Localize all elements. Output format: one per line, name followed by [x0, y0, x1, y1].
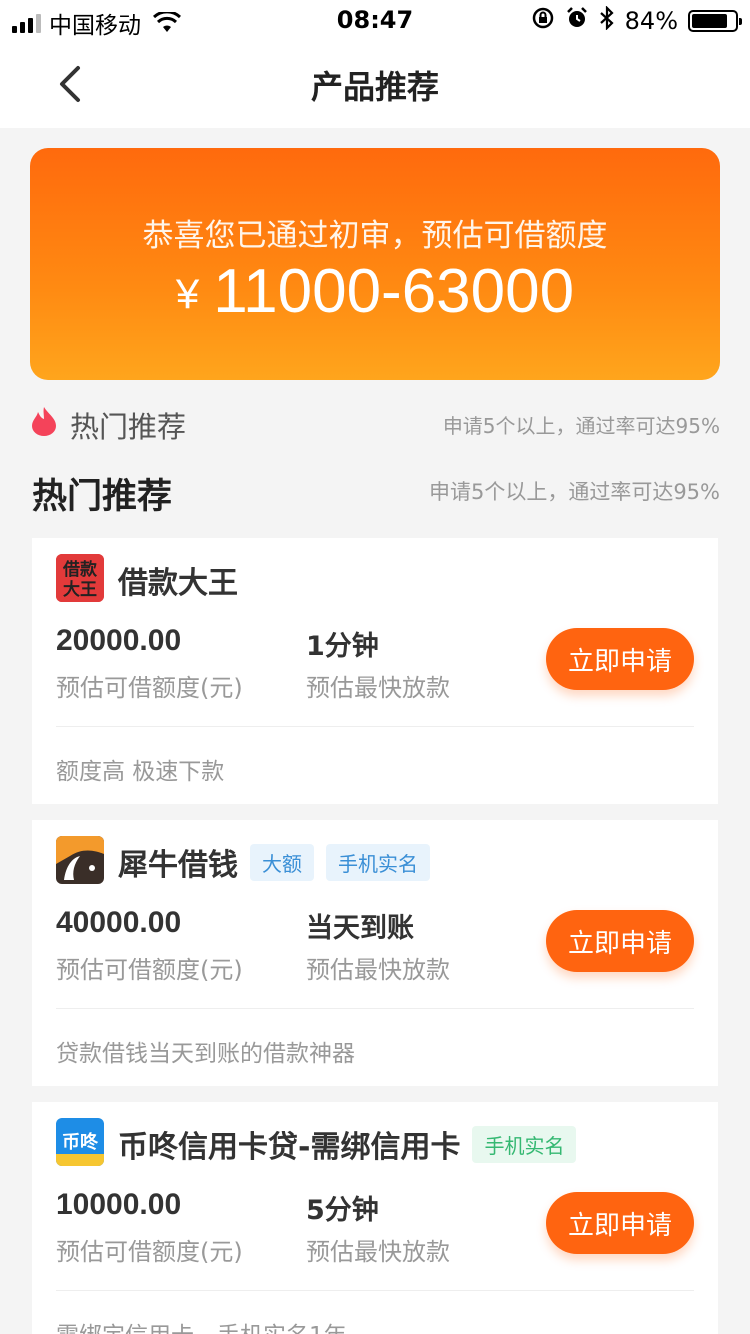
credit-amount: 20000.00 — [56, 624, 182, 657]
product-card[interactable]: 借款 大王 借款大王 20000.00 预估可借额度(元) 1分钟 预估最快放款 … — [32, 538, 718, 804]
credit-amount: 40000.00 — [56, 906, 182, 939]
product-name: 犀牛借钱 大额 手机实名 — [118, 840, 430, 884]
credit-range: 11000-63000 — [213, 257, 575, 326]
product-tag: 手机实名 — [472, 1125, 577, 1163]
loan-speed-label: 预估最快放款 — [306, 956, 450, 984]
loan-speed: 5分钟 — [306, 1195, 379, 1226]
credit-banner: 恭喜您已通过初审，预估可借额度 ¥11000-63000 — [30, 148, 720, 380]
apply-button[interactable]: 立即申请 — [546, 910, 694, 972]
credit-amount-label: 预估可借额度(元) — [56, 1238, 243, 1266]
status-bar: 中国移动 08:47 84% — [0, 0, 750, 40]
hot-note: 申请5个以上，通过率可达95% — [442, 414, 720, 438]
credit-amount-label: 预估可借额度(元) — [56, 674, 243, 702]
apply-button[interactable]: 立即申请 — [546, 628, 694, 690]
loan-speed-label: 预估最快放款 — [306, 674, 450, 702]
product-tag: 大额 — [250, 843, 314, 881]
loan-speed-label: 预估最快放款 — [306, 1238, 450, 1266]
product-desc: 额度高 极速下款 — [56, 759, 225, 785]
apply-button[interactable]: 立即申请 — [546, 1192, 694, 1254]
page-title: 产品推荐 — [310, 68, 439, 106]
product-name: 借款大王 — [118, 566, 238, 601]
section-title: 热门推荐 — [32, 477, 173, 517]
product-name: 币咚信用卡贷-需绑信用卡 手机实名 — [118, 1122, 577, 1166]
product-desc: 需绑定信用卡，手机实名1年 — [56, 1316, 347, 1334]
section-header: 热门推荐 申请5个以上，通过率可达95% — [32, 468, 720, 518]
bidong-logo-icon: 币咚 — [56, 1118, 104, 1166]
banner-amount: ¥11000-63000 — [30, 256, 720, 327]
jiekuan-dawang-logo-icon: 借款 大王 — [56, 554, 104, 602]
divider — [56, 1290, 694, 1291]
banner-text: 恭喜您已通过初审，预估可借额度 — [142, 218, 608, 254]
product-desc: 贷款借钱当天到账的借款神器 — [56, 1041, 355, 1067]
rhino-logo-icon — [56, 836, 104, 884]
divider — [56, 726, 694, 727]
credit-amount: 10000.00 — [56, 1188, 182, 1221]
product-card[interactable]: 犀牛借钱 大额 手机实名 40000.00 预估可借额度(元) 当天到账 预估最… — [32, 820, 718, 1086]
svg-text:大王: 大王 — [63, 579, 97, 600]
bluetooth-icon — [599, 5, 615, 36]
divider — [56, 1008, 694, 1009]
nav-bar: 产品推荐 — [0, 40, 750, 128]
product-tag: 手机实名 — [326, 843, 430, 881]
rotation-lock-icon — [531, 6, 555, 36]
battery-percent: 84% — [624, 7, 678, 35]
hot-row: 热门推荐 申请5个以上，通过率可达95% — [30, 400, 720, 444]
currency-symbol: ¥ — [175, 270, 200, 317]
svg-text:借款: 借款 — [62, 559, 98, 580]
loan-speed: 1分钟 — [306, 631, 379, 662]
hot-label: 热门推荐 — [70, 410, 187, 444]
battery-fill — [692, 14, 728, 28]
alarm-icon — [565, 6, 589, 36]
section-note: 申请5个以上，通过率可达95% — [428, 480, 720, 504]
svg-text:币咚: 币咚 — [62, 1131, 99, 1153]
product-card[interactable]: 币咚 币咚信用卡贷-需绑信用卡 手机实名 10000.00 预估可借额度(元) … — [32, 1102, 718, 1334]
battery-icon — [688, 10, 742, 32]
flame-icon — [30, 406, 58, 440]
loan-speed: 当天到账 — [306, 913, 414, 944]
credit-amount-label: 预估可借额度(元) — [56, 956, 243, 984]
